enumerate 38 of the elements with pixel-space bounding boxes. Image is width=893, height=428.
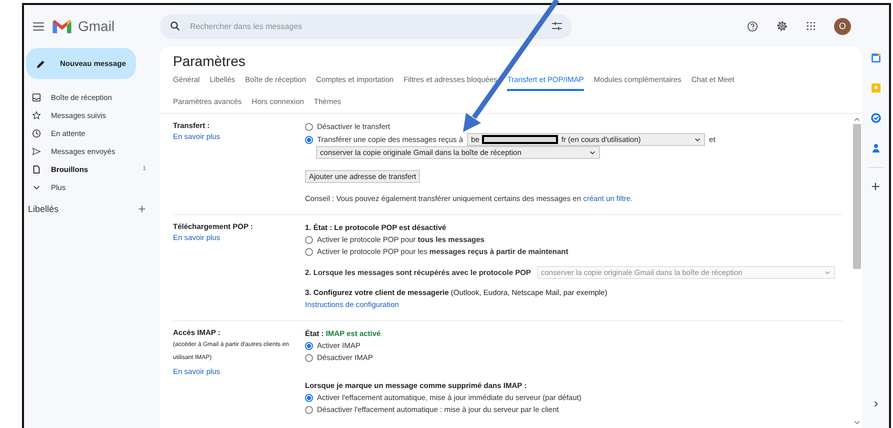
filter-sliders-icon[interactable] [552, 21, 562, 31]
scroll-down-icon[interactable] [854, 420, 860, 425]
envelope-logo-icon [52, 18, 72, 34]
chevron-down-icon [824, 269, 831, 276]
search-icon[interactable] [170, 21, 180, 31]
scroll-up-icon[interactable] [854, 117, 860, 122]
apps-grid-icon[interactable] [806, 21, 816, 31]
check-circle-icon[interactable] [870, 113, 880, 123]
radio-button[interactable] [305, 406, 313, 414]
send-icon [32, 146, 41, 156]
clock-icon [32, 128, 41, 138]
chevron-down-icon [694, 136, 702, 143]
radio-button[interactable] [305, 136, 313, 144]
radio-button[interactable] [305, 248, 313, 256]
chevron-down-icon [589, 149, 596, 156]
star-icon [32, 110, 41, 120]
person-icon[interactable] [870, 143, 880, 153]
menu-icon[interactable] [33, 22, 44, 30]
help-icon[interactable] [747, 20, 758, 32]
calendar-icon[interactable] [870, 53, 880, 63]
page-title: Paramètres [172, 52, 246, 69]
chevron-right-icon[interactable] [872, 400, 880, 408]
pencil-icon [36, 58, 46, 68]
file-icon [32, 164, 41, 174]
add-icon[interactable] [138, 205, 146, 213]
radio-button[interactable] [305, 236, 313, 244]
account-avatar[interactable]: O [834, 18, 851, 34]
app-name: Gmail [78, 18, 115, 34]
radio-button[interactable] [305, 123, 313, 131]
search-input[interactable]: Rechercher dans les messages [188, 20, 544, 32]
radio-button[interactable] [305, 394, 313, 402]
labels-heading: Libellés [28, 204, 59, 214]
radio-button[interactable] [305, 342, 313, 350]
inbox-icon [32, 92, 41, 102]
search-field[interactable]: Rechercher dans les messages [160, 14, 572, 38]
add-icon[interactable] [871, 182, 880, 191]
radio-button[interactable] [305, 354, 313, 362]
settings-icon[interactable] [776, 20, 788, 32]
